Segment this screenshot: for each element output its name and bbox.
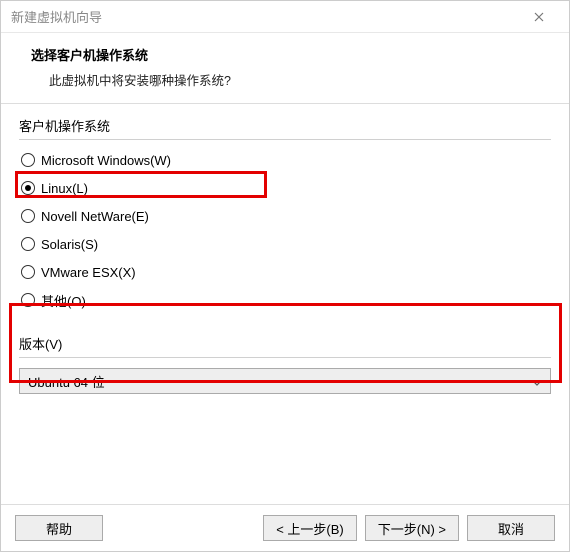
radio-icon	[21, 237, 35, 251]
wizard-footer: 帮助 < 上一步(B) 下一步(N) > 取消	[1, 504, 569, 551]
header-title: 选择客户机操作系统	[31, 45, 545, 64]
os-radio-novell[interactable]: Novell NetWare(E)	[21, 206, 551, 226]
radio-label: Solaris(S)	[41, 237, 98, 252]
close-button[interactable]	[519, 1, 559, 32]
os-radio-windows[interactable]: Microsoft Windows(W)	[21, 150, 551, 170]
os-radio-solaris[interactable]: Solaris(S)	[21, 234, 551, 254]
radio-icon	[21, 153, 35, 167]
radio-icon	[21, 265, 35, 279]
next-button[interactable]: 下一步(N) >	[365, 515, 459, 541]
close-icon	[534, 9, 544, 25]
radio-icon	[21, 209, 35, 223]
wizard-header: 选择客户机操作系统 此虚拟机中将安装哪种操作系统?	[1, 33, 569, 104]
header-subtitle: 此虚拟机中将安装哪种操作系统?	[31, 70, 545, 89]
radio-label: VMware ESX(X)	[41, 265, 136, 280]
os-radio-esx[interactable]: VMware ESX(X)	[21, 262, 551, 282]
titlebar: 新建虚拟机向导	[1, 1, 569, 33]
annotation-highlight	[15, 171, 267, 198]
back-button[interactable]: < 上一步(B)	[263, 515, 357, 541]
window-title: 新建虚拟机向导	[11, 7, 519, 26]
os-group-label: 客户机操作系统	[19, 116, 551, 135]
radio-label: Microsoft Windows(W)	[41, 153, 171, 168]
divider	[19, 139, 551, 140]
annotation-highlight	[9, 303, 562, 383]
radio-label: Novell NetWare(E)	[41, 209, 149, 224]
cancel-button[interactable]: 取消	[467, 515, 555, 541]
help-button[interactable]: 帮助	[15, 515, 103, 541]
